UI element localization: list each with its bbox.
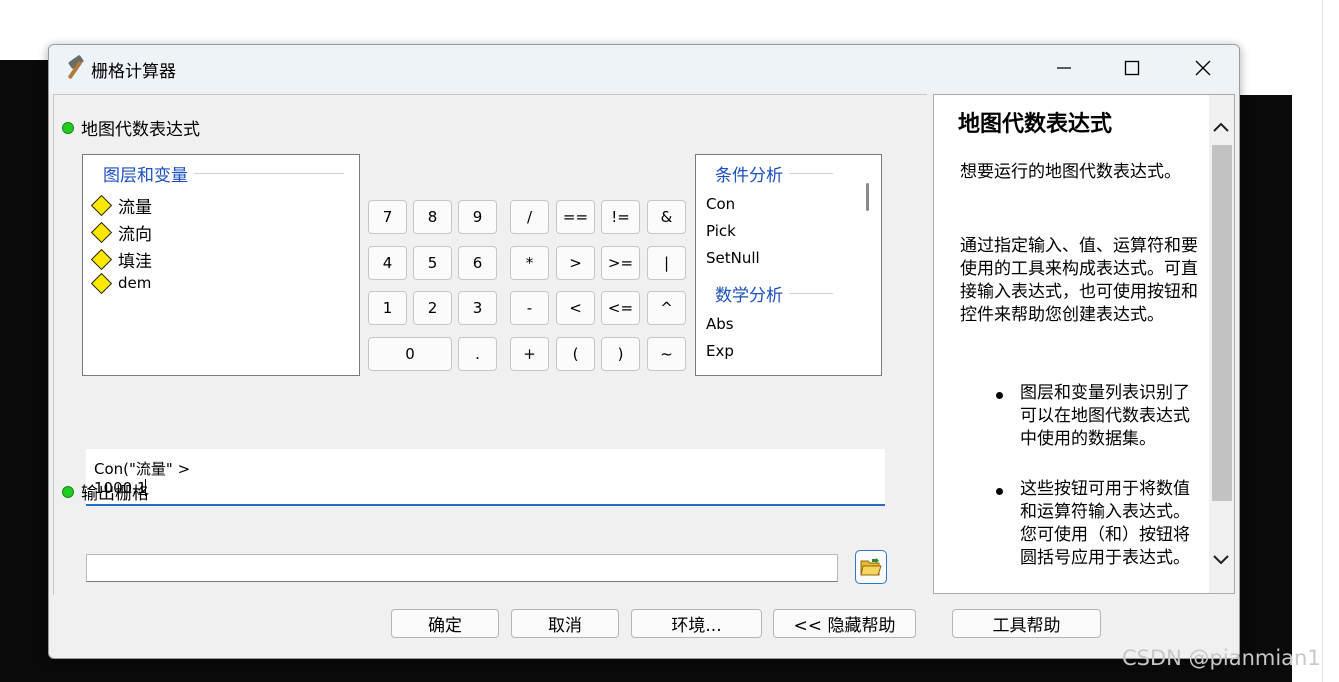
calc-button-open-paren[interactable]: ( [556,337,595,371]
calc-button-divide[interactable]: / [510,200,549,234]
hide-help-button[interactable]: << 隐藏帮助 [773,609,916,638]
calc-button-less-equal[interactable]: <= [601,291,640,325]
ok-button[interactable]: 确定 [391,609,499,638]
calc-button-9[interactable]: 9 [458,200,497,234]
calc-button-3[interactable]: 3 [458,291,497,325]
tools-group-header: 条件分析 [715,161,833,186]
help-bullet: 图层和变量列表识别了可以在地图代数表达式中使用的数据集。 [1020,383,1190,449]
layer-item[interactable]: dem [90,272,151,294]
background-desktop-right [1237,95,1292,682]
tool-help-button[interactable]: 工具帮助 [952,609,1101,638]
tools-group-header: 数学分析 [715,281,833,306]
help-scrollbar-thumb[interactable] [1212,145,1232,501]
maximize-button[interactable] [1104,45,1160,91]
expression-section-label: 地图代数表达式 [62,115,200,140]
background-desktop [0,60,50,682]
calc-button-8[interactable]: 8 [413,200,452,234]
background-right-strip [1292,0,1339,682]
calc-button-1[interactable]: 1 [368,291,407,325]
calc-button-close-paren[interactable]: ) [601,337,640,371]
browse-button[interactable] [855,550,887,584]
calc-button-equal[interactable]: == [556,200,595,234]
raster-layer-icon [90,248,113,271]
help-paragraph: 通过指定输入、值、运算符和要使用的工具来构成表达式。可直接输入表达式，也可使用按… [960,236,1198,325]
calc-button-not-equal[interactable]: != [601,200,640,234]
raster-calculator-dialog: 栅格计算器 地图代数表达式 图层和变量 流量 流向 填洼 dem 7 8 9 /… [48,44,1240,659]
calc-button-2[interactable]: 2 [413,291,452,325]
hammer-icon [60,55,88,81]
help-pane: 地图代数表达式 想要运行的地图代数表达式。 通过指定输入、值、运算符和要使用的工… [933,94,1235,594]
function-item[interactable]: Exp [706,342,734,360]
function-item[interactable]: Con [706,195,735,213]
background-divider [1322,0,1323,682]
required-dot-icon [62,485,74,498]
watermark: CSDN @pianmian1 [1122,646,1321,670]
cancel-button[interactable]: 取消 [511,609,619,638]
help-paragraph: 想要运行的地图代数表达式。 [960,162,1181,182]
calc-button-greater[interactable]: > [556,246,595,280]
bullet-icon [996,392,1003,399]
function-item[interactable]: Abs [706,315,734,333]
scroll-up-icon[interactable] [1213,122,1229,133]
calc-button-5[interactable]: 5 [413,246,452,280]
minimize-button[interactable] [1036,45,1092,91]
calc-button-0[interactable]: 0 [368,337,452,371]
background-desktop-bottom [50,655,1290,682]
minimize-icon [1057,67,1071,69]
calc-button-7[interactable]: 7 [368,200,407,234]
required-dot-icon [62,121,74,134]
maximize-icon [1124,60,1140,76]
window-title: 栅格计算器 [91,62,176,82]
environments-button[interactable]: 环境... [631,609,762,638]
help-bullet: 这些按钮可用于将数值和运算符输入表达式。您可使用（和）按钮将圆括号应用于表达式。 [1020,479,1190,568]
layers-group-header: 图层和变量 [103,161,344,186]
parameters-pane: 地图代数表达式 图层和变量 流量 流向 填洼 dem 7 8 9 / == !=… [53,94,928,595]
raster-layer-icon [90,194,113,217]
calc-button-4[interactable]: 4 [368,246,407,280]
tools-list-scrollbar[interactable] [866,183,869,211]
function-item[interactable]: SetNull [706,249,760,267]
folder-open-icon [860,558,882,576]
scroll-down-icon[interactable] [1213,554,1229,565]
bullet-icon [996,488,1003,495]
close-button[interactable] [1175,45,1231,91]
function-item[interactable]: Pick [706,222,736,240]
calc-button-multiply[interactable]: * [510,246,549,280]
layer-item[interactable]: 流量 [90,193,152,218]
close-icon [1195,60,1211,76]
output-raster-input[interactable] [86,554,838,582]
calc-button-less[interactable]: < [556,291,595,325]
layer-item[interactable]: 填洼 [90,247,152,272]
layers-list[interactable]: 图层和变量 流量 流向 填洼 dem [82,154,360,376]
calc-button-minus[interactable]: - [510,291,549,325]
raster-layer-icon [90,272,113,294]
layer-item[interactable]: 流向 [90,220,152,245]
output-section-label: 输出栅格 [62,479,149,504]
calc-button-greater-equal[interactable]: >= [601,246,640,280]
calc-button-plus[interactable]: + [510,337,549,371]
tools-list[interactable]: 条件分析 Con Pick SetNull 数学分析 Abs Exp [695,154,882,376]
title-bar: 栅格计算器 [49,45,1239,92]
calc-button-and[interactable]: & [647,200,686,234]
calc-button-6[interactable]: 6 [458,246,497,280]
help-title: 地图代数表达式 [958,112,1113,137]
calc-button-xor[interactable]: ^ [647,291,686,325]
raster-layer-icon [90,221,113,244]
expression-input[interactable]: Con("流量" > 1000,1 [86,449,885,506]
calc-button-or[interactable]: | [647,246,686,280]
calc-button-decimal[interactable]: . [458,337,497,371]
calc-button-not[interactable]: ~ [647,337,686,371]
